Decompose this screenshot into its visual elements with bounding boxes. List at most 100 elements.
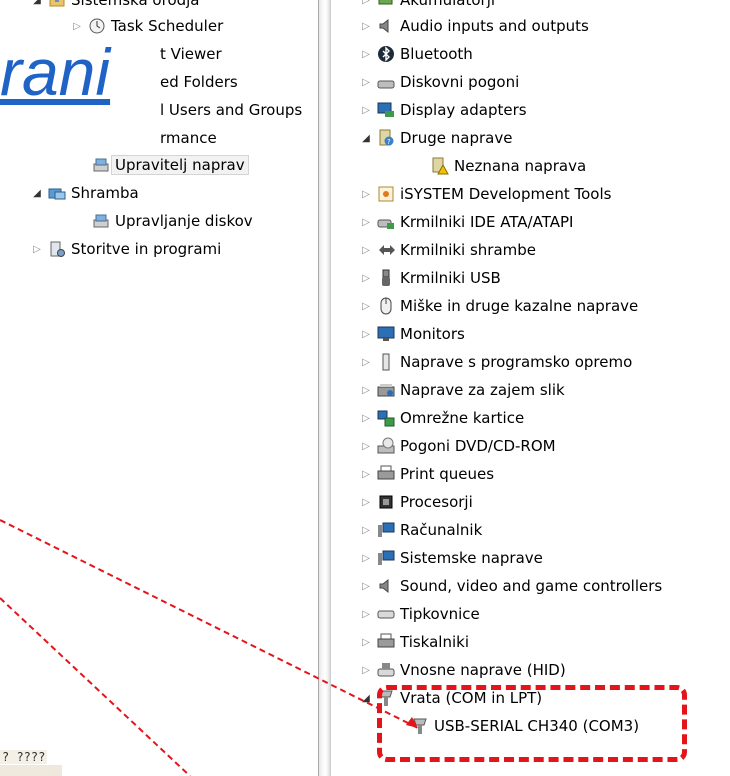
expand-arrow-icon[interactable]: ▷: [359, 301, 373, 312]
device-category-label: Akumulatorji: [400, 0, 496, 9]
expand-arrow-icon[interactable]: ▷: [359, 273, 373, 284]
expand-arrow-icon[interactable]: ▷: [359, 49, 373, 60]
expand-arrow-icon[interactable]: ▷: [359, 105, 373, 116]
device-category-audio[interactable]: ▷ Audio inputs and outputs: [359, 14, 589, 38]
device-category-disk-drives[interactable]: ▷ Diskovni pogoni: [359, 70, 519, 94]
tree-item-services[interactable]: ▷ Storitve in programi: [30, 237, 221, 261]
expand-arrow-icon[interactable]: ▷: [359, 77, 373, 88]
device-category-printers[interactable]: ▷ Tiskalniki: [359, 630, 469, 654]
device-category-label: Druge naprave: [400, 129, 513, 147]
expand-arrow-icon[interactable]: ▷: [359, 497, 373, 508]
pane-splitter[interactable]: [318, 0, 331, 776]
storage-controller-icon: [377, 241, 395, 259]
garbled-text: ? ????: [0, 750, 48, 764]
device-category-label: Print queues: [400, 465, 495, 483]
device-category-software-devices[interactable]: ▷ Naprave s programsko opremo: [359, 350, 632, 374]
tree-item-device-manager[interactable]: Upravitelj naprav: [92, 153, 249, 177]
tools-folder-icon: [48, 0, 66, 9]
device-category-label: Računalnik: [400, 521, 483, 539]
expand-arrow-icon[interactable]: ▷: [359, 189, 373, 200]
device-category-computer[interactable]: ▷ Računalnik: [359, 518, 482, 542]
tree-item-event-viewer[interactable]: t Viewer: [160, 42, 222, 66]
device-category-print-queues[interactable]: ▷ Print queues: [359, 462, 494, 486]
expand-arrow-icon[interactable]: ▷: [359, 469, 373, 480]
expand-arrow-icon[interactable]: ▷: [359, 385, 373, 396]
device-category-display-adapters[interactable]: ▷ Display adapters: [359, 98, 526, 122]
collapse-arrow-icon[interactable]: ◢: [359, 693, 373, 704]
disk-management-icon: [92, 212, 110, 230]
device-category-network[interactable]: ▷ Omrežne kartice: [359, 406, 524, 430]
expand-arrow-icon[interactable]: ▷: [359, 637, 373, 648]
tree-item-performance[interactable]: rmance: [160, 126, 217, 150]
clock-icon: [88, 17, 106, 35]
tree-item-disk-management[interactable]: Upravljanje diskov: [92, 209, 253, 233]
expand-arrow-icon[interactable]: ▷: [359, 329, 373, 340]
device-category-dvd[interactable]: ▷ Pogoni DVD/CD-ROM: [359, 434, 555, 458]
expand-arrow-icon[interactable]: ▷: [359, 357, 373, 368]
tree-item-shared-folders[interactable]: ed Folders: [160, 70, 238, 94]
tree-item-local-users[interactable]: l Users and Groups: [160, 98, 302, 122]
device-category-label: Bluetooth: [400, 45, 473, 63]
collapse-arrow-icon[interactable]: ◢: [30, 0, 44, 6]
device-tree-pane: ▷ Akumulatorji ▷ Audio inputs and output…: [331, 0, 730, 776]
expand-arrow-icon[interactable]: ▷: [359, 0, 373, 6]
device-category-storage-controllers[interactable]: ▷ Krmilniki shrambe: [359, 238, 536, 262]
device-category-label: Naprave za zajem slik: [400, 381, 565, 399]
device-category-imaging[interactable]: ▷ Naprave za zajem slik: [359, 378, 565, 402]
expand-arrow-icon[interactable]: ▷: [359, 413, 373, 424]
device-category-bluetooth[interactable]: ▷ Bluetooth: [359, 42, 473, 66]
device-category-keyboards[interactable]: ▷ Tipkovnice: [359, 602, 480, 626]
expand-arrow-icon[interactable]: ▷: [359, 525, 373, 536]
device-category-isystem[interactable]: ▷ iSYSTEM Development Tools: [359, 182, 611, 206]
tree-item-system-tools[interactable]: ◢ Sistemska orodja: [30, 0, 200, 12]
display-adapter-icon: [377, 101, 395, 119]
warning-device-icon: [431, 157, 449, 175]
tree-item-storage[interactable]: ◢ Shramba: [30, 181, 139, 205]
expand-arrow-icon[interactable]: ▷: [359, 665, 373, 676]
device-category-monitors[interactable]: ▷ Monitors: [359, 322, 465, 346]
software-device-icon: [377, 353, 395, 371]
device-category-label: Monitors: [400, 325, 465, 343]
expand-arrow-icon[interactable]: ▷: [359, 441, 373, 452]
device-category-label: Krmilniki USB: [400, 269, 501, 287]
device-category-hid[interactable]: ▷ Vnosne naprave (HID): [359, 658, 566, 682]
expand-arrow-icon[interactable]: ▷: [359, 609, 373, 620]
monitor-icon: [377, 325, 395, 343]
collapse-arrow-icon[interactable]: ◢: [30, 188, 44, 199]
device-category-label: Naprave s programsko opremo: [400, 353, 633, 371]
device-category-label: Vnosne naprave (HID): [400, 661, 566, 679]
dev-tools-icon: [377, 185, 395, 203]
device-category-system-devices[interactable]: ▷ Sistemske naprave: [359, 546, 543, 570]
device-category-label: Tipkovnice: [400, 605, 480, 623]
device-category-label: Miške in druge kazalne naprave: [400, 297, 639, 315]
device-category-mice[interactable]: ▷ Miške in druge kazalne naprave: [359, 294, 638, 318]
expand-arrow-icon[interactable]: ▷: [359, 581, 373, 592]
annotation-overlay-word: rani: [0, 36, 119, 113]
expand-arrow-icon[interactable]: ▷: [359, 245, 373, 256]
expand-arrow-icon[interactable]: ▷: [359, 217, 373, 228]
highlight-box: [377, 685, 687, 762]
expand-arrow-icon[interactable]: ▷: [70, 21, 84, 32]
mouse-icon: [377, 297, 395, 315]
disk-drive-icon: [377, 73, 395, 91]
device-category-processors[interactable]: ▷ Procesorji: [359, 490, 473, 514]
device-category-label: Procesorji: [400, 493, 473, 511]
speaker-icon: [377, 17, 395, 35]
tree-item-label: Task Scheduler: [111, 17, 224, 35]
device-category-other-devices[interactable]: ◢ ? Druge naprave: [359, 126, 512, 150]
device-category-usb[interactable]: ▷ Krmilniki USB: [359, 266, 501, 290]
device-unknown[interactable]: Neznana naprava: [431, 154, 586, 178]
device-category-ide[interactable]: ▷ Krmilniki IDE ATA/ATAPI: [359, 210, 573, 234]
collapse-arrow-icon[interactable]: ◢: [359, 133, 373, 144]
usb-icon: [377, 269, 395, 287]
device-category-sound[interactable]: ▷ Sound, video and game controllers: [359, 574, 662, 598]
device-label: Neznana naprava: [454, 157, 587, 175]
expand-arrow-icon[interactable]: ▷: [30, 244, 44, 255]
device-category-label: Omrežne kartice: [400, 409, 525, 427]
expand-arrow-icon[interactable]: ▷: [359, 553, 373, 564]
device-category-label: Sistemske naprave: [400, 549, 543, 567]
device-category-label: Krmilniki IDE ATA/ATAPI: [400, 213, 574, 231]
expand-arrow-icon[interactable]: ▷: [359, 21, 373, 32]
device-category-akumulatorji[interactable]: ▷ Akumulatorji: [359, 0, 495, 12]
sound-icon: [377, 577, 395, 595]
